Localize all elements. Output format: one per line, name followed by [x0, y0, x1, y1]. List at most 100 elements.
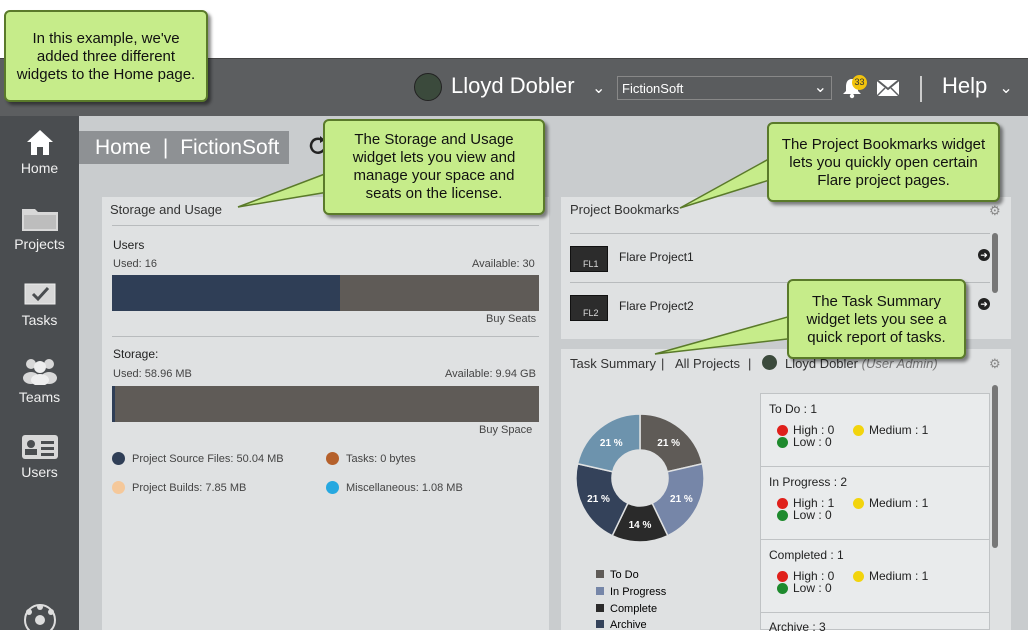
legend-swatch	[596, 620, 604, 628]
legend-swatch	[326, 452, 339, 465]
sidebar-item-projects[interactable]: Projects	[0, 206, 79, 252]
storage-label: Storage:	[113, 347, 159, 361]
avatar[interactable]	[414, 73, 442, 101]
user-menu-chevron-icon[interactable]: ⌄	[592, 78, 605, 98]
priority-low: Low : 0	[777, 581, 832, 595]
sidebar-item-tasks[interactable]: Tasks	[0, 282, 79, 328]
help-menu[interactable]: Help ⌄	[942, 73, 1013, 99]
priority-low: Low : 0	[777, 508, 832, 522]
callout-line: quick report of tasks.	[807, 329, 946, 346]
buy-space-link[interactable]: Buy Space	[479, 424, 532, 436]
help-label: Help	[942, 73, 988, 98]
priority-medium: Medium : 1	[853, 569, 928, 583]
folder-icon	[21, 209, 58, 231]
users-used: Used: 16	[113, 258, 158, 270]
legend-swatch	[326, 481, 339, 494]
breadcrumb-home[interactable]: Home	[95, 136, 151, 159]
pie-slice-label: 21 %	[587, 494, 610, 505]
legend-label: Complete	[610, 603, 658, 615]
pie-slice-label: 21 %	[657, 438, 680, 449]
medium-dot	[853, 571, 864, 583]
help-chevron-icon: ⌄	[999, 80, 1013, 97]
sidebar-item-label: Teams	[18, 389, 61, 405]
project-folder-icon: FL2	[570, 295, 608, 321]
priority-medium: Medium : 1	[853, 496, 928, 510]
priority-medium: Medium : 1	[853, 423, 928, 437]
medium-dot	[853, 498, 864, 510]
legend-label: Tasks: 0 bytes	[346, 453, 416, 465]
pie-slice-label: 14 %	[629, 520, 652, 531]
avatar	[762, 355, 777, 370]
project-folder-icon: FL1	[570, 246, 608, 272]
gear-icon[interactable]: ⚙	[989, 356, 1001, 372]
users-progress-bar	[112, 275, 539, 311]
breadcrumb-separator: |	[162, 136, 169, 159]
legend-item: Archive	[596, 619, 647, 631]
legend-swatch	[112, 452, 125, 465]
mail-icon[interactable]	[876, 79, 900, 102]
task-block-completed: Completed : 1 High : 0 Medium : 1 Low : …	[761, 539, 989, 613]
bookmark-item[interactable]: FL1 Flare Project1 ➜	[562, 234, 994, 280]
legend-label: In Progress	[610, 586, 667, 598]
storage-progress-fill	[112, 386, 115, 422]
priority-value: Medium : 1	[869, 423, 929, 437]
legend-item: In Progress	[596, 586, 666, 598]
sidebar-item-users[interactable]: Users	[0, 434, 79, 480]
callout-line: The Project Bookmarks widget	[781, 136, 986, 153]
sidebar-item-label: Home	[20, 160, 59, 176]
storage-available: Available: 9.94 GB	[445, 368, 536, 380]
user-name[interactable]: Lloyd Dobler	[451, 73, 575, 99]
chevron-down-icon: ⌄	[813, 79, 827, 96]
storage-progress-bar	[112, 386, 539, 422]
task-block-heading: Completed : 1	[769, 548, 844, 562]
legend-label: To Do	[610, 569, 639, 581]
page-title: Home | FictionSoft	[79, 131, 289, 164]
task-summary-title: Task Summary	[570, 356, 656, 371]
storage-used: Used: 58.96 MB	[113, 368, 192, 380]
callout-line: lets you quickly open certain	[789, 154, 978, 171]
project-filter[interactable]: All Projects	[675, 356, 740, 371]
license-select[interactable]: FictionSoft ⌄	[617, 76, 832, 100]
callout-line: added three different	[36, 48, 176, 65]
network-icon[interactable]	[21, 602, 59, 635]
callout-line: In this example, we've	[32, 30, 180, 47]
legend-swatch	[596, 587, 604, 595]
medium-dot	[853, 425, 864, 437]
sidebar-item-label: Projects	[14, 236, 65, 252]
project-badge: FL1	[583, 259, 599, 269]
storage-widget-title: Storage and Usage	[110, 202, 223, 217]
users-label: Users	[113, 238, 145, 252]
priority-value: Medium : 1	[869, 496, 929, 510]
callout-tasks: The Task Summary widget lets you see a q…	[787, 279, 966, 359]
task-block-archive: Archive : 3	[761, 612, 989, 634]
id-card-icon	[21, 435, 58, 459]
users-progress-fill	[112, 275, 340, 311]
buy-seats-link[interactable]: Buy Seats	[486, 313, 536, 325]
sidebar-item-home[interactable]: Home	[0, 128, 79, 176]
legend-label: Archive	[610, 619, 647, 631]
scrollbar[interactable]	[992, 233, 998, 293]
license-select-value: FictionSoft	[622, 81, 684, 96]
breadcrumb-license: FictionSoft	[180, 136, 280, 159]
callout-line: seats on the license.	[365, 185, 503, 202]
home-icon	[26, 130, 53, 155]
callout-line: Flare project pages.	[817, 172, 950, 189]
callout-line: widgets to the Home page.	[16, 66, 196, 83]
divider	[112, 225, 539, 226]
low-dot	[777, 437, 788, 449]
legend-label: Project Source Files: 50.04 MB	[132, 453, 284, 465]
arrow-right-icon[interactable]: ➜	[978, 298, 990, 310]
scrollbar[interactable]	[992, 385, 998, 548]
arrow-right-icon[interactable]: ➜	[978, 249, 990, 261]
legend-item: To Do	[596, 569, 639, 581]
sidebar-item-teams[interactable]: Teams	[0, 355, 79, 405]
priority-low: Low : 0	[777, 435, 832, 449]
legend-swatch	[596, 570, 604, 578]
divider	[112, 336, 539, 337]
callout-line: The Storage and Usage	[354, 131, 514, 148]
header-divider	[920, 76, 922, 102]
notification-badge: 33	[852, 75, 867, 90]
legend-label: Project Builds: 7.85 MB	[132, 482, 247, 494]
priority-value: Low : 0	[793, 581, 832, 595]
gear-icon[interactable]: ⚙	[989, 203, 1001, 219]
